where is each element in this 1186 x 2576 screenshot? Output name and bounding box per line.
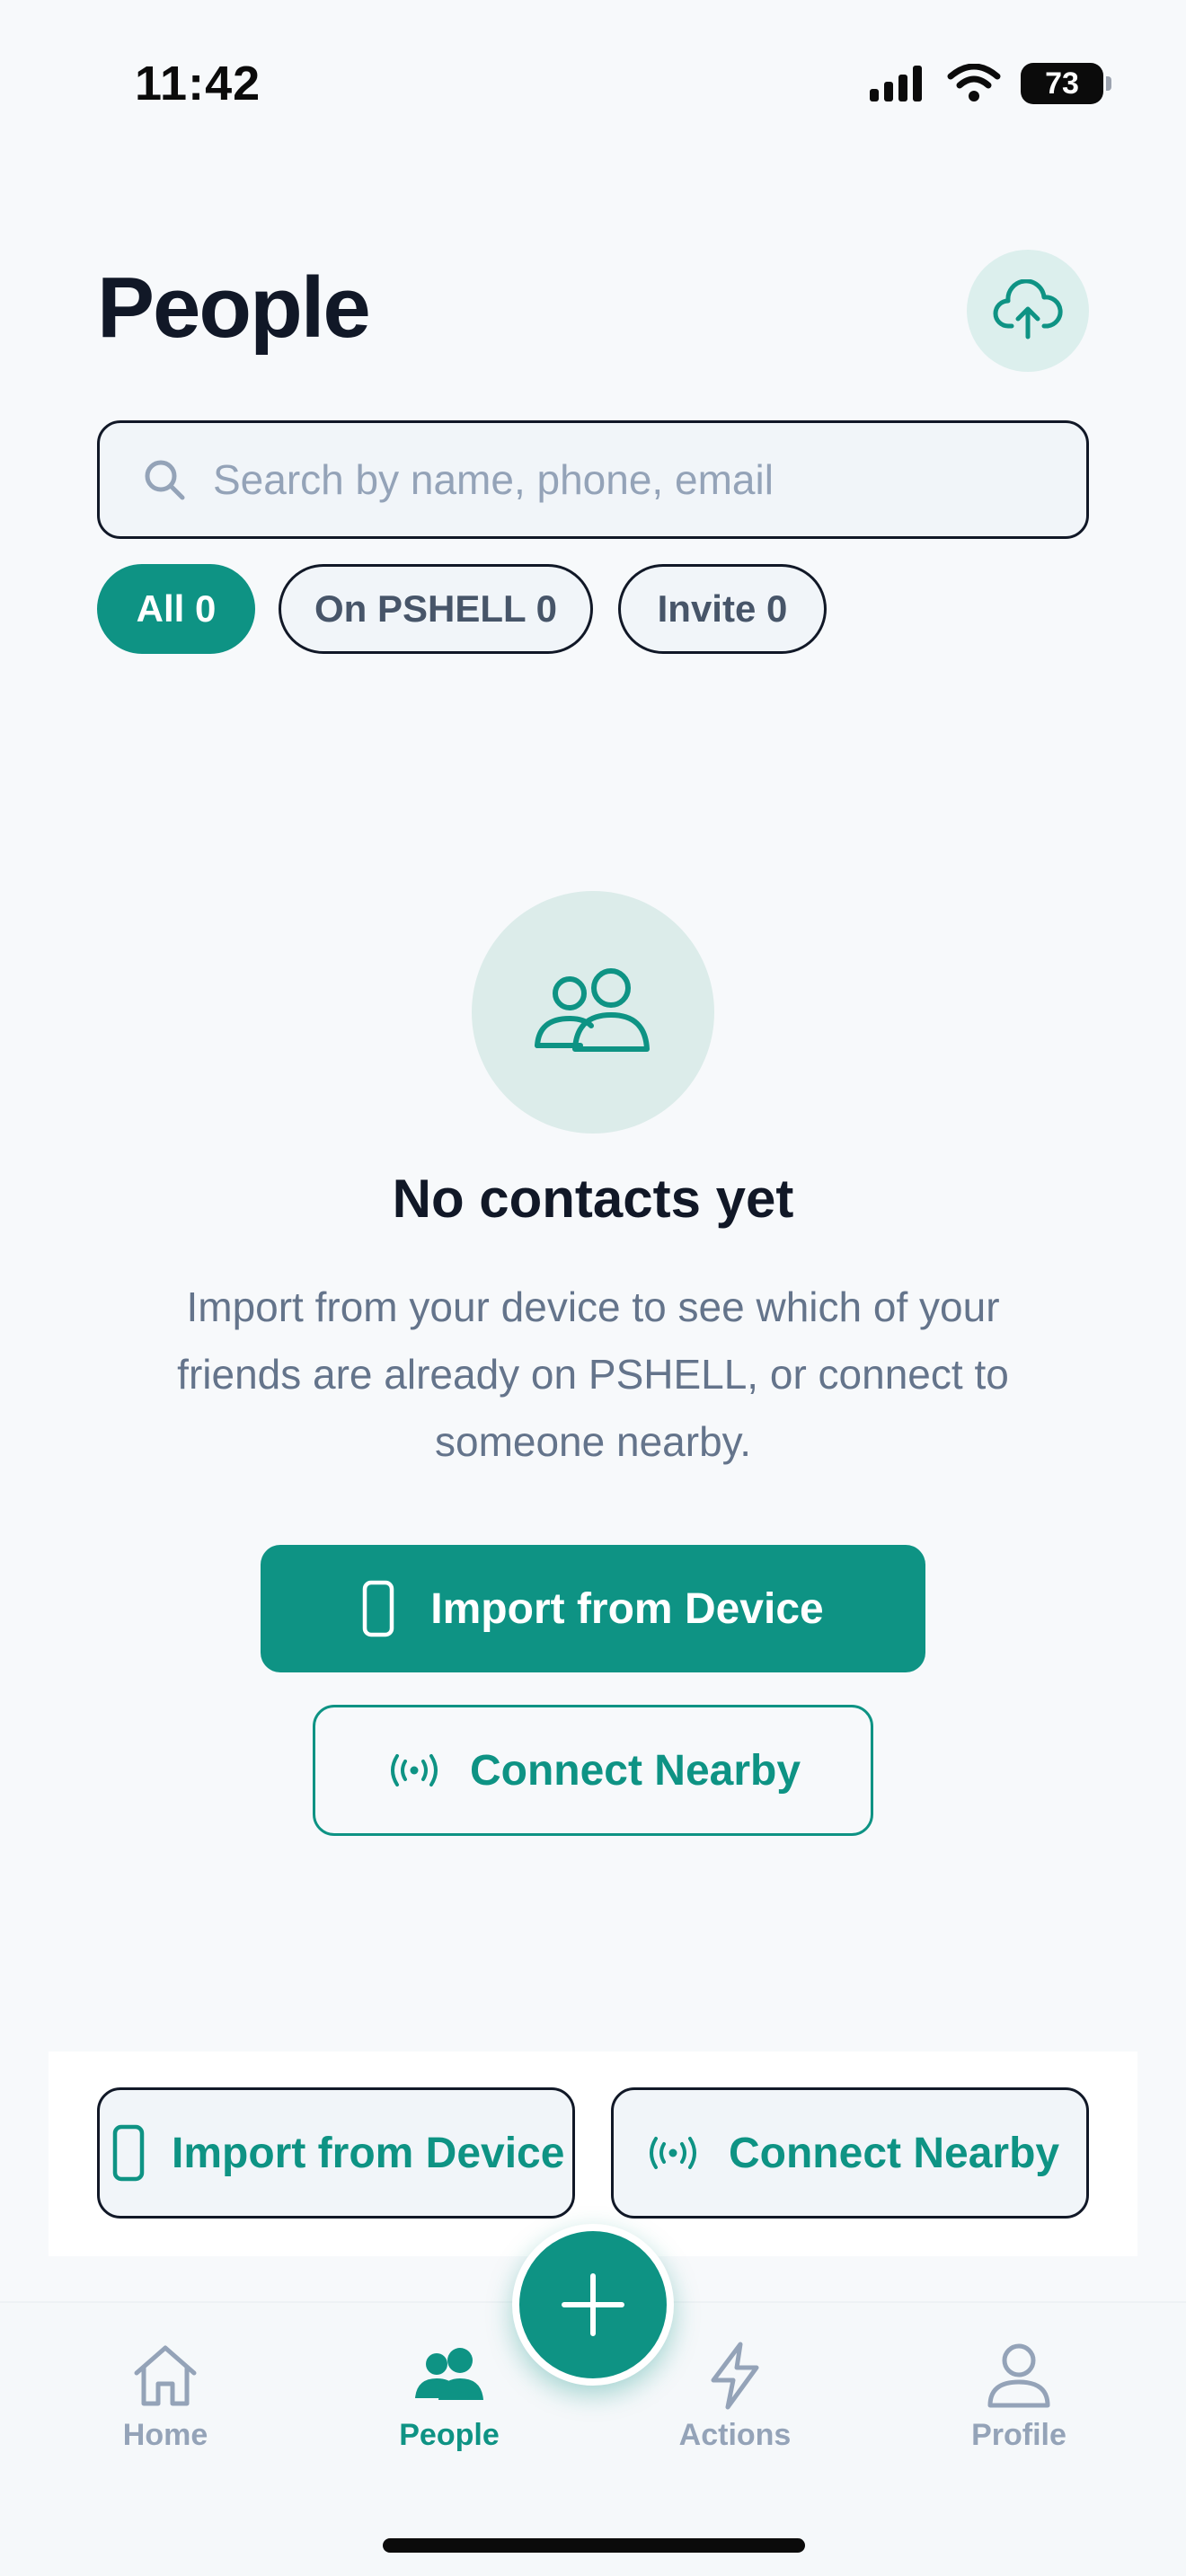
tab-profile-label: Profile xyxy=(971,2418,1067,2452)
battery-indicator: 73 xyxy=(1021,63,1111,104)
tab-actions[interactable]: Actions xyxy=(645,2339,825,2453)
plus-icon xyxy=(562,2273,624,2336)
quick-import-from-device-button[interactable]: Import from Device xyxy=(97,2087,575,2219)
cellular-signal-icon xyxy=(870,66,922,101)
page-title: People xyxy=(97,260,371,356)
status-icons: 73 xyxy=(868,63,1111,104)
filter-chip-invite[interactable]: Invite 0 xyxy=(618,564,827,654)
tab-home[interactable]: Home xyxy=(75,2339,255,2453)
home-icon xyxy=(134,2345,197,2406)
import-from-device-label: Import from Device xyxy=(430,1584,824,1633)
phone-icon xyxy=(363,1580,394,1637)
import-from-device-button[interactable]: Import from Device xyxy=(261,1545,925,1672)
cloud-sync-button[interactable] xyxy=(967,250,1089,372)
tab-home-label: Home xyxy=(122,2418,208,2452)
empty-state-illustration xyxy=(472,891,714,1134)
search-input[interactable] xyxy=(213,455,1022,504)
connect-nearby-label: Connect Nearby xyxy=(469,1746,801,1795)
filter-chip-all[interactable]: All 0 xyxy=(97,564,255,654)
wifi-icon xyxy=(947,64,1001,101)
search-field[interactable] xyxy=(97,420,1089,539)
empty-state-description: Import from your device to see which of … xyxy=(177,1284,1009,1465)
tab-people-label: People xyxy=(399,2418,500,2452)
empty-state-title: No contacts yet xyxy=(392,1169,794,1229)
phone-icon xyxy=(112,2124,145,2182)
people-icon xyxy=(415,2348,483,2400)
people-icon xyxy=(535,968,650,1052)
status-time: 11:42 xyxy=(135,57,261,110)
quick-import-label: Import from Device xyxy=(172,2129,565,2177)
add-button[interactable] xyxy=(512,2224,674,2386)
connect-nearby-button[interactable]: Connect Nearby xyxy=(313,1705,873,1836)
quick-connect-nearby-button[interactable]: Connect Nearby xyxy=(611,2087,1089,2219)
tab-profile[interactable]: Profile xyxy=(929,2339,1109,2453)
tab-people[interactable]: People xyxy=(359,2339,539,2453)
cloud-upload-icon xyxy=(993,279,1063,340)
profile-icon xyxy=(987,2343,1050,2408)
home-indicator xyxy=(383,2538,805,2553)
filter-chip-on-pshell[interactable]: On PSHELL 0 xyxy=(279,564,593,654)
broadcast-icon xyxy=(650,2137,696,2169)
lightning-icon xyxy=(711,2342,759,2410)
tab-actions-label: Actions xyxy=(678,2418,792,2452)
quick-connect-label: Connect Nearby xyxy=(729,2129,1060,2177)
search-icon xyxy=(145,460,185,500)
broadcast-icon xyxy=(390,1754,438,1786)
